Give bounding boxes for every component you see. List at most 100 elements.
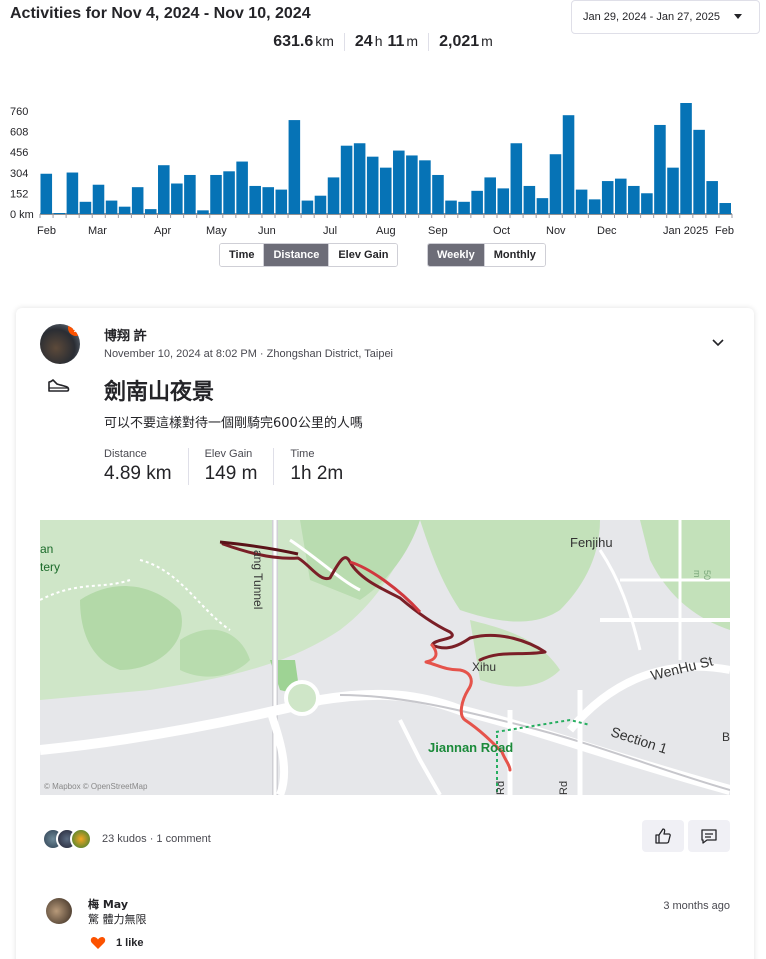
chart-bar[interactable] [562,115,575,214]
chart-bar[interactable] [327,177,340,214]
chart-bar[interactable] [105,200,118,214]
chart-bar[interactable] [379,167,392,214]
weekly-distance-chart[interactable]: 7606084563041520 kmFeb Mar Apr May Jun Jul Aug… [0,98,766,240]
chart-bar[interactable] [536,198,549,214]
give-kudos-button[interactable] [642,820,684,852]
chart-bar[interactable] [275,189,288,214]
map-graphic [40,520,730,795]
comment-like[interactable]: 1 like [90,936,144,950]
chart-bar[interactable] [549,154,562,214]
chart-bar[interactable] [314,195,327,214]
route-map[interactable]: Fenjihu WenHu St Section 1 Xihu Jiannan … [40,520,730,795]
chart-bar[interactable] [575,189,588,214]
chart-bar[interactable] [40,173,53,214]
chart-bar[interactable] [53,213,66,214]
chart-bar[interactable] [66,172,79,214]
chart-bar[interactable] [79,201,92,214]
commenter-avatar[interactable] [46,898,72,924]
metric-distance-button[interactable]: Distance [263,244,329,266]
x-tick-label: Sep [428,225,448,237]
chart-bar[interactable] [144,209,157,214]
chart-bar[interactable] [366,156,379,214]
x-tick-label: Dec [597,225,617,237]
period-monthly-button[interactable]: Monthly [483,244,545,266]
chart-bar[interactable] [158,165,170,214]
activity-meta: November 10, 2024 at 8:02 PM · Zhongshan… [104,348,394,360]
date-range-select[interactable]: Jan 29, 2024 - Jan 27, 2025 [571,0,760,34]
chart-bar[interactable] [588,199,601,214]
chart-bar[interactable] [249,185,261,214]
chart-bar[interactable] [210,174,222,214]
metric-elev-gain-button[interactable]: Elev Gain [328,244,398,266]
chart-bar[interactable] [118,206,131,214]
chart-bar[interactable] [197,210,209,214]
chart-bar[interactable] [236,161,248,214]
chart-bar[interactable] [301,200,314,214]
x-tick-label: Feb [715,225,734,237]
chart-bar[interactable] [171,183,183,214]
chart-bar[interactable] [92,184,105,214]
chart-bar[interactable] [719,203,731,214]
commenter-name[interactable]: 梅 May [88,896,128,912]
chart-bar[interactable] [458,201,470,214]
chart-bar[interactable] [288,120,301,214]
weekly-totals: 631.6 km 24 h 11 m 2,021 m [0,33,766,51]
date-range-label: Jan 29, 2024 - Jan 27, 2025 [583,11,720,23]
chart-bar[interactable] [419,160,431,214]
chart-bar[interactable] [406,155,418,214]
chart-bar[interactable] [184,174,196,214]
metric-toggle-group: Time Distance Elev Gain [219,243,399,267]
chart-bar[interactable] [471,190,483,214]
map-attribution: © Mapbox © OpenStreetMap [44,782,148,791]
chart-bar[interactable] [445,200,457,214]
chart-bar[interactable] [262,187,275,214]
chart-bar[interactable] [353,143,366,214]
comment-button[interactable] [688,820,730,852]
period-toggle-group: Weekly Monthly [427,243,546,267]
x-tick-label: Jun [258,225,276,237]
kudos-summary[interactable]: 23 kudos · 1 comment [102,833,211,845]
total-elevation-unit: m [481,33,493,49]
chart-bar[interactable] [523,185,536,214]
strava-badge-icon [68,324,80,336]
activity-title[interactable]: 劍南山夜景 [104,374,214,406]
chart-bar[interactable] [510,143,523,214]
athlete-avatar[interactable] [40,324,80,364]
chevron-down-icon[interactable] [710,334,726,350]
chart-bar[interactable] [680,103,692,214]
stat-time-label: Time [290,448,315,460]
chart-bar[interactable] [667,167,679,214]
chart-bar[interactable] [131,187,144,214]
stat-elev-gain-label: Elev Gain [204,448,253,460]
x-tick-label: Jul [323,225,337,237]
y-tick-label: 304 [10,168,28,180]
chart-bar[interactable] [693,129,705,214]
metric-time-button[interactable]: Time [220,244,264,266]
chart-bar[interactable] [601,181,614,214]
athlete-name[interactable]: 博翔 許 [104,325,147,344]
chart-bar[interactable] [497,188,510,214]
total-distance-value: 631.6 [273,33,314,50]
chart-bar[interactable] [628,185,640,214]
chart-bar[interactable] [484,177,496,214]
chart-bar[interactable] [223,171,235,214]
map-label-jiannan: Jiannan Road [428,740,514,755]
x-tick-label: Aug [376,225,396,237]
period-weekly-button[interactable]: Weekly [428,244,484,266]
heart-icon[interactable] [90,936,106,950]
chart-bar[interactable] [706,181,718,214]
map-label-an: an [40,542,54,556]
stat-distance-label: Distance [104,448,147,460]
chart-bar[interactable] [641,193,653,214]
chart-bar[interactable] [432,174,444,214]
chart-bar[interactable] [340,145,353,214]
chart-bar[interactable] [393,150,405,214]
stat-elev-gain-value: 149 m [204,463,258,484]
comment-icon [701,829,717,844]
x-tick-label: Jan 2025 [663,225,708,237]
chart-bar[interactable] [654,124,666,214]
total-time-minutes: 11 [387,33,405,50]
chart-bar[interactable] [614,178,627,214]
run-shoe-icon [48,379,70,392]
kudos-row[interactable]: 23 kudos · 1 comment [42,828,211,850]
